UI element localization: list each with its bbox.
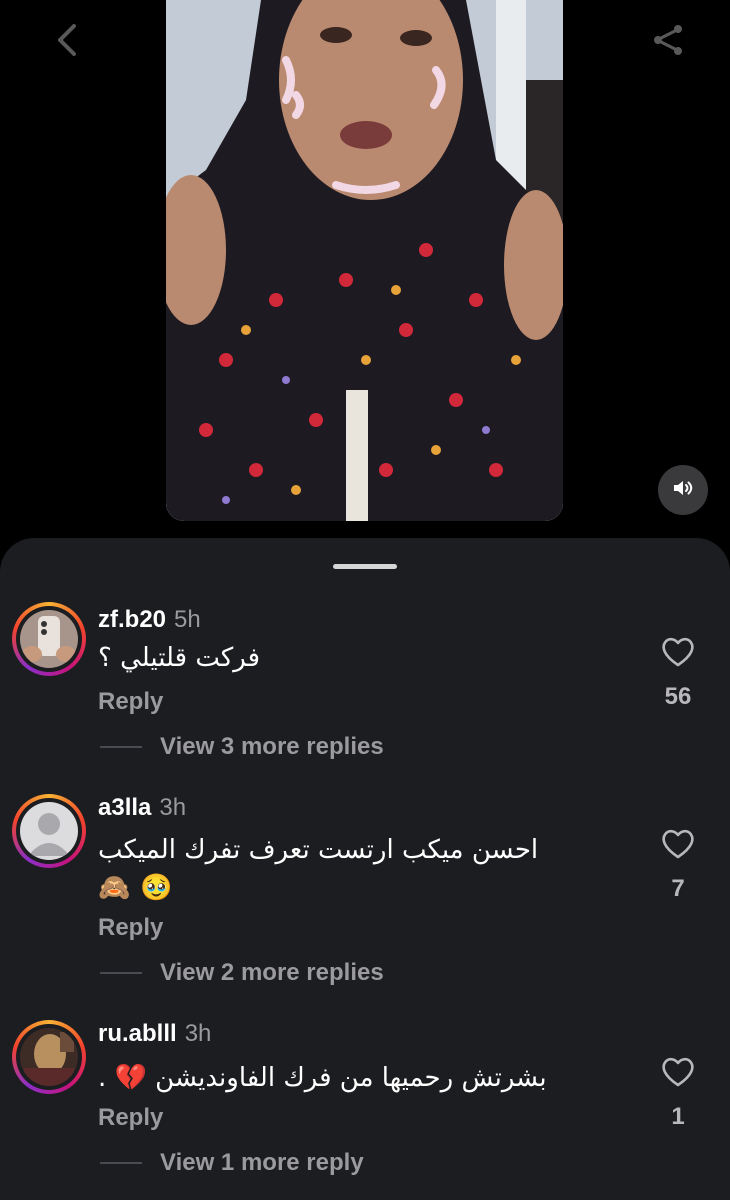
like-count: 7 xyxy=(671,875,685,902)
view-more-replies[interactable]: View 3 more replies xyxy=(100,732,384,762)
drag-handle[interactable] xyxy=(333,564,397,569)
heart-icon xyxy=(662,637,694,667)
avatar-story-ring[interactable] xyxy=(12,602,86,676)
volume-button[interactable] xyxy=(658,465,708,515)
emoji: 🙈 xyxy=(98,872,131,902)
view-more-replies[interactable]: View 1 more reply xyxy=(100,1148,364,1178)
divider xyxy=(100,1162,142,1164)
chevron-left-icon[interactable] xyxy=(48,20,88,60)
emoji: 🥹 xyxy=(140,872,173,902)
view-more-replies-label: View 2 more replies xyxy=(160,959,384,986)
view-more-replies-label: View 1 more reply xyxy=(160,1149,364,1176)
username[interactable]: zf.b20 xyxy=(98,606,166,633)
comment-emoji-line: 🙈 🥹 xyxy=(98,870,173,904)
volume-icon xyxy=(671,476,695,505)
comment-text: احسن ميكب ارتست تعرف تفرك الميكب xyxy=(98,830,618,870)
comment-text: بشرتش رحميها من فرك الفاونديشن 💔 . xyxy=(98,1058,618,1098)
avatar xyxy=(20,802,78,860)
like-button[interactable]: 1 xyxy=(648,1056,708,1131)
username[interactable]: ru.ablll xyxy=(98,1020,177,1047)
heart-icon xyxy=(662,829,694,859)
share-icon[interactable] xyxy=(648,20,688,60)
comment-header: ru.ablll 3h xyxy=(98,1020,211,1050)
like-count: 56 xyxy=(664,683,692,710)
reply-button[interactable]: Reply xyxy=(98,1104,163,1132)
avatar-story-ring[interactable] xyxy=(12,794,86,868)
timestamp: 3h xyxy=(184,1020,212,1047)
reply-button[interactable]: Reply xyxy=(98,688,163,716)
timestamp: 5h xyxy=(174,606,201,633)
heart-icon xyxy=(662,1057,694,1087)
avatar xyxy=(20,1028,78,1086)
reply-button[interactable]: Reply xyxy=(98,914,163,942)
like-count: 1 xyxy=(671,1103,685,1130)
avatar xyxy=(20,610,78,668)
divider xyxy=(100,746,142,748)
comment-text-line: بشرتش رحميها من فرك الفاونديشن 💔 . xyxy=(98,1063,547,1093)
username[interactable]: a3lla xyxy=(98,794,151,821)
comment-header: a3lla 3h xyxy=(98,794,186,824)
view-more-replies[interactable]: View 2 more replies xyxy=(100,958,384,988)
like-button[interactable]: 56 xyxy=(648,636,708,711)
divider xyxy=(100,972,142,974)
view-more-replies-label: View 3 more replies xyxy=(160,733,384,760)
video-area xyxy=(0,0,730,540)
comments-sheet: zf.b20 5h فركت قلتيلي ؟ Reply View 3 more… xyxy=(0,538,730,1200)
avatar-story-ring[interactable] xyxy=(12,1020,86,1094)
comment-text-line: احسن ميكب ارتست تعرف تفرك الميكب xyxy=(98,835,539,865)
comment-header: zf.b20 5h xyxy=(98,606,201,636)
like-button[interactable]: 7 xyxy=(648,828,708,903)
timestamp: 3h xyxy=(159,794,187,821)
video-frame xyxy=(166,0,563,521)
comment-text-line: فركت قلتيلي ؟ xyxy=(98,643,261,673)
video-player[interactable] xyxy=(166,0,563,521)
comment-text: فركت قلتيلي ؟ xyxy=(98,638,618,678)
